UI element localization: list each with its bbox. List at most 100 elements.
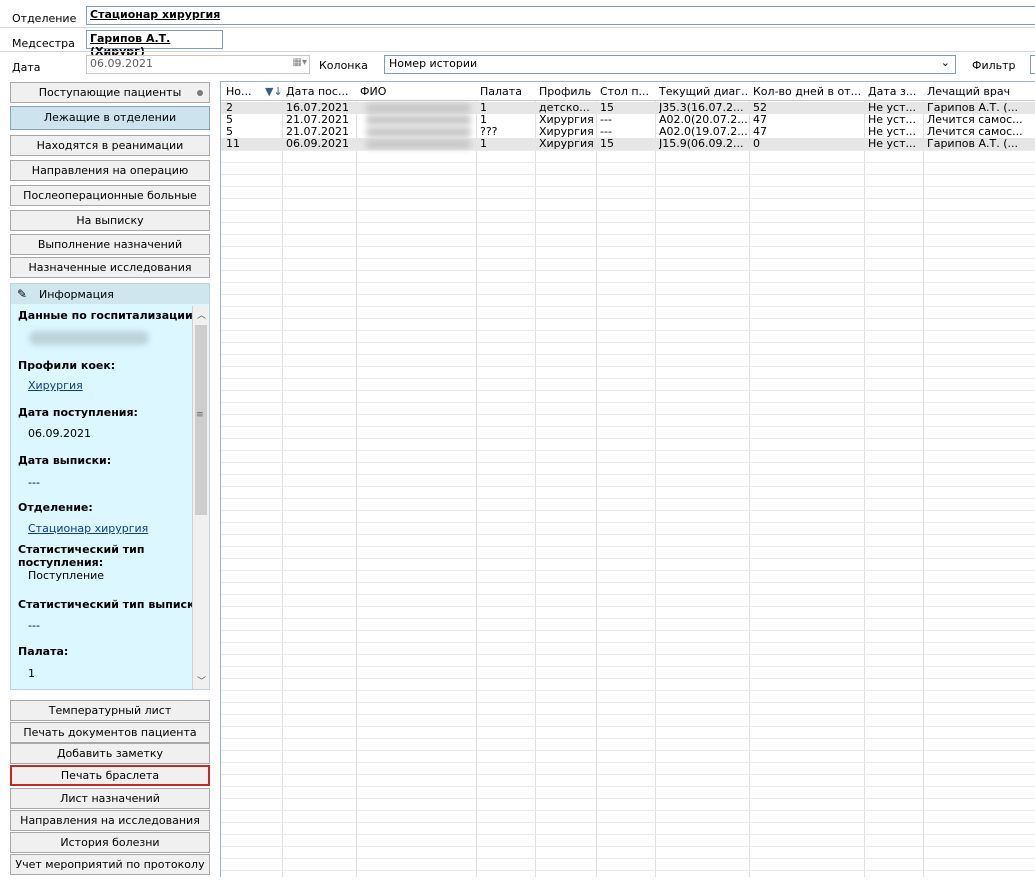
column-separator: [596, 82, 597, 877]
filter-input[interactable]: [1030, 55, 1035, 74]
stat-admission-label: Статистический тип: [18, 543, 145, 556]
chevron-up-icon[interactable]: ︿: [193, 308, 209, 321]
scroll-thumb[interactable]: [195, 325, 207, 515]
grid-line: [221, 846, 1035, 847]
nurse-field[interactable]: Гарипов А.Т. (Хирург): [86, 30, 223, 58]
cell-profile: Хирургия: [539, 126, 594, 138]
column-select[interactable]: Номер истории ⌄: [384, 55, 956, 74]
col-header-ward[interactable]: Палата: [480, 85, 534, 98]
nav-assigned-tests[interactable]: Назначенные исследования: [10, 257, 210, 278]
nav-discharge[interactable]: На выписку: [10, 210, 210, 231]
sort-filter-icon[interactable]: ▼↓: [265, 85, 283, 98]
cell-close-date: Не уст...: [868, 126, 916, 138]
print-patient-docs-button[interactable]: Печать документов пациента: [10, 722, 210, 743]
col-header-days[interactable]: Кол-во дней в от...: [753, 85, 863, 98]
col-header-diagnosis[interactable]: Текущий диаг...: [659, 85, 749, 98]
info-title: Информация: [39, 288, 114, 301]
column-separator: [864, 82, 865, 877]
patients-grid[interactable]: Но... ▼↓ Дата пос... ФИО Палата Профиль …: [220, 81, 1035, 877]
column-separator: [655, 82, 656, 877]
temperature-sheet-button[interactable]: Температурный лист: [10, 700, 210, 721]
nav-label: Находятся в реанимации: [36, 139, 184, 152]
department-info-label: Отделение:: [18, 501, 93, 514]
chevron-down-icon[interactable]: ⌄: [941, 56, 950, 69]
department-field[interactable]: Стационар хирургия: [86, 6, 1035, 25]
nav-icu[interactable]: Находятся в реанимации: [10, 135, 210, 156]
column-separator: [535, 82, 536, 877]
department-label: Отделение: [12, 12, 77, 25]
cell-diagnosis: J35.3(16.07.2...: [659, 102, 744, 114]
calendar-icon[interactable]: ▦▾: [281, 57, 307, 71]
grid-line: [221, 258, 1035, 259]
col-header-doctor[interactable]: Лечащий врач: [927, 85, 1032, 98]
grid-line: [221, 150, 1035, 151]
button-label: Добавить заметку: [56, 747, 164, 760]
cell-days: 52: [753, 102, 767, 114]
table-row[interactable]: 2 16.07.2021 1 детско... 15 J35.3(16.07.…: [221, 102, 1035, 114]
column-separator: [356, 82, 357, 877]
column-separator: [476, 82, 477, 877]
grip-icon: ≡: [196, 410, 204, 420]
add-note-button[interactable]: Добавить заметку: [10, 743, 210, 764]
filter-label: Фильтр: [972, 59, 1016, 72]
chevron-down-icon[interactable]: ﹀: [193, 674, 209, 687]
grid-line: [221, 294, 1035, 295]
fio-redacted: [366, 115, 471, 125]
nav-incoming-patients[interactable]: Поступающие пациенты: [10, 82, 210, 103]
print-bracelet-button[interactable]: Печать браслета: [10, 765, 210, 786]
cell-doctor: Гарипов А.Т. (...: [927, 102, 1018, 114]
medical-history-button[interactable]: История болезни: [10, 832, 210, 853]
nav-inpatients[interactable]: Лежащие в отделении: [10, 106, 210, 130]
test-referrals-button[interactable]: Направления на исследования: [10, 810, 210, 831]
nav-prescriptions-execution[interactable]: Выполнение назначений: [10, 234, 210, 255]
cell-ward: 1: [480, 114, 487, 126]
grid-line: [221, 834, 1035, 835]
col-header-profile[interactable]: Профиль: [539, 85, 595, 98]
discharge-date-label: Дата выписки:: [18, 454, 112, 467]
grid-line: [221, 714, 1035, 715]
table-row[interactable]: 11 06.09.2021 1 Хирургия 15 J15.9(06.09.…: [221, 138, 1035, 150]
grid-line: [221, 510, 1035, 511]
fio-redacted: [366, 103, 471, 113]
table-row[interactable]: 5 21.07.2021 1 Хирургия --- A02.0(20.07.…: [221, 114, 1035, 126]
nurse-label: Медсестра: [12, 37, 75, 50]
grid-line: [221, 522, 1035, 523]
stat-admission-value: Поступление: [28, 569, 105, 582]
cell-days: 47: [753, 114, 767, 126]
bed-profiles-link[interactable]: Хирургия: [28, 379, 83, 392]
col-header-close-date[interactable]: Дата з...: [868, 85, 922, 98]
grid-line: [221, 702, 1035, 703]
grid-line: [221, 426, 1035, 427]
cell-doctor: Гарипов А.Т. (...: [927, 138, 1018, 150]
grid-line: [221, 534, 1035, 535]
nav-postop[interactable]: Послеоперационные больные: [10, 185, 210, 206]
nav-label: Поступающие пациенты: [38, 86, 182, 99]
table-row[interactable]: 5 21.07.2021 ??? Хирургия --- A02.0(19.0…: [221, 126, 1035, 138]
cell-doctor: Лечится самос...: [927, 114, 1023, 126]
grid-line: [221, 414, 1035, 415]
admission-date-label: Дата поступления:: [18, 406, 138, 419]
grid-line: [221, 174, 1035, 175]
col-header-diet[interactable]: Стол п...: [600, 85, 654, 98]
protocol-events-button[interactable]: Учет мероприятий по протоколу: [10, 854, 210, 875]
cell-diagnosis: A02.0(20.07.2...: [659, 114, 748, 126]
grid-line: [221, 798, 1035, 799]
info-scrollbar[interactable]: ︿ ≡ ﹀: [192, 306, 209, 689]
hosp-data-redacted: [29, 331, 149, 345]
grid-line: [221, 282, 1035, 283]
prescription-sheet-button[interactable]: Лист назначений: [10, 788, 210, 809]
date-input[interactable]: 06.09.2021 ▦▾: [86, 55, 310, 74]
grid-line: [221, 498, 1035, 499]
info-header[interactable]: ✎ Информация: [11, 284, 209, 304]
cell-number: 5: [226, 126, 233, 138]
department-link[interactable]: Стационар хирургия: [28, 522, 148, 535]
column-label: Колонка: [319, 59, 368, 72]
grid-header: Но... ▼↓ Дата пос... ФИО Палата Профиль …: [221, 82, 1035, 101]
cell-close-date: Не уст...: [868, 114, 916, 126]
col-header-fio[interactable]: ФИО: [360, 85, 470, 98]
col-header-admission-date[interactable]: Дата пос...: [286, 85, 354, 98]
col-header-number[interactable]: Но...: [226, 85, 264, 98]
ward-value: 1: [28, 667, 35, 680]
cell-ward: ???: [480, 126, 498, 138]
nav-surgery-referrals[interactable]: Направления на операцию: [10, 160, 210, 181]
